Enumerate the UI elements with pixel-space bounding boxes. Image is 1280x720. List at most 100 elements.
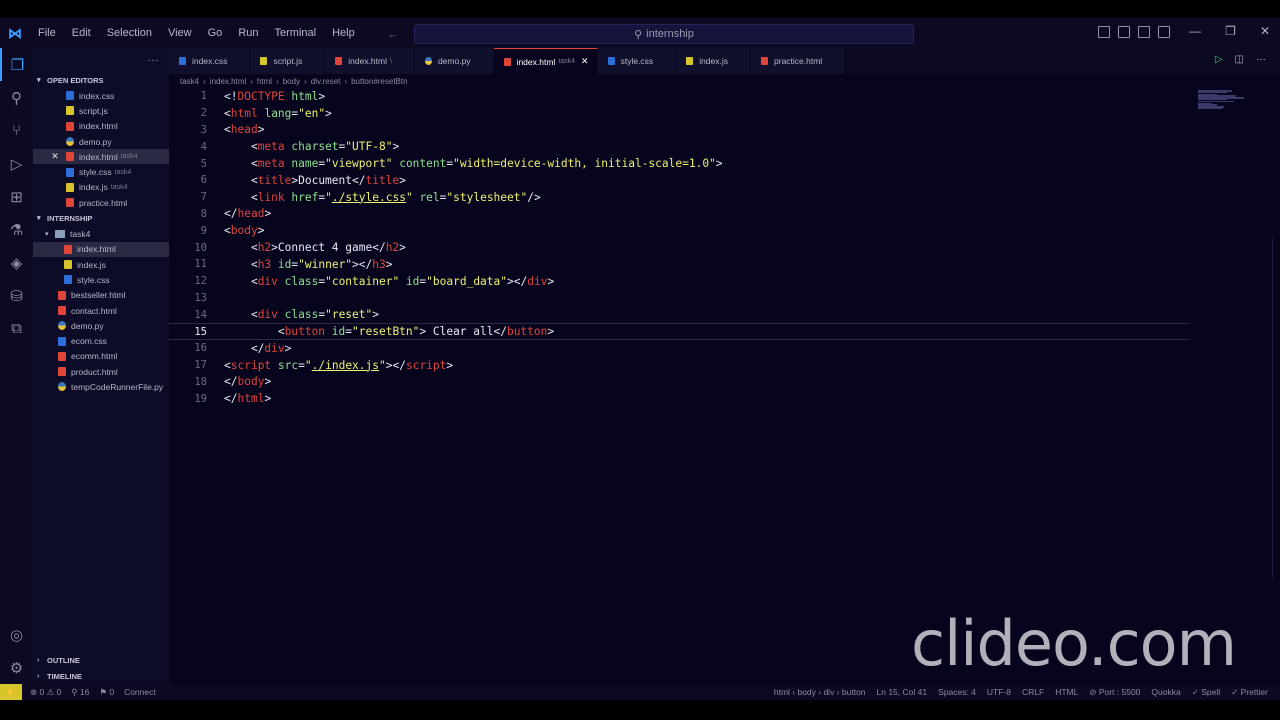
status-item[interactable]: ⊘ Port : 5500 [1089, 687, 1140, 698]
code-line[interactable]: 4 <meta charset="UTF-8"> [169, 138, 1189, 155]
open-editor-item[interactable]: practice.html [33, 195, 169, 210]
maximize-button[interactable]: ❐ [1225, 24, 1236, 38]
menu-terminal[interactable]: Terminal [267, 27, 325, 39]
code-line[interactable]: 8 </head> [169, 206, 1189, 223]
split-editor-icon[interactable]: ◫ [1235, 54, 1244, 65]
explorer-file-item[interactable]: bestseller.html [33, 288, 169, 303]
code-line[interactable]: 1 <!DOCTYPE html> [169, 88, 1189, 105]
menu-selection[interactable]: Selection [99, 27, 160, 39]
open-editor-item[interactable]: index.js task4 [33, 180, 169, 195]
explorer-file-item[interactable]: demo.py [33, 318, 169, 333]
explorer-file-item[interactable]: index.js [33, 257, 169, 272]
command-center-search[interactable]: ⚲ internship [414, 24, 914, 44]
remote-explorer-icon[interactable]: ⧉ [0, 312, 33, 345]
menu-view[interactable]: View [160, 27, 200, 39]
status-item[interactable]: ⚲ 16 [71, 687, 89, 698]
status-item[interactable]: CRLF [1022, 687, 1044, 698]
customize-layout-icon[interactable] [1158, 26, 1170, 38]
status-item[interactable]: Connect [124, 687, 156, 698]
explorer-file-item[interactable]: ecom.css [33, 333, 169, 348]
status-item[interactable]: ⚑ 0 [99, 687, 114, 698]
status-item[interactable]: Ln 15, Col 41 [877, 687, 928, 698]
toggle-panel-icon[interactable] [1118, 26, 1130, 38]
menu-edit[interactable]: Edit [64, 27, 99, 39]
toggle-primary-sidebar-icon[interactable] [1098, 26, 1110, 38]
toggle-secondary-sidebar-icon[interactable] [1138, 26, 1150, 38]
vertical-scrollbar[interactable] [1272, 238, 1280, 578]
code-line[interactable]: 18 </body> [169, 374, 1189, 391]
breadcrumb-segment[interactable]: div.reset [311, 77, 341, 86]
tab-index-js[interactable]: index.js [676, 48, 752, 74]
status-item[interactable]: HTML [1055, 687, 1078, 698]
status-item[interactable]: ⊗ 0 ⚠ 0 [30, 687, 61, 698]
tab-practice-html[interactable]: practice.html [751, 48, 846, 74]
back-arrow-icon[interactable]: ← [387, 26, 400, 41]
code-line[interactable]: 6 <title>Document</title> [169, 172, 1189, 189]
status-item[interactable]: ✓ Spell [1192, 687, 1220, 698]
run-debug-icon[interactable]: ▷ [0, 147, 33, 180]
explorer-file-item[interactable]: style.css [33, 272, 169, 287]
tab-style-css[interactable]: style.css [597, 48, 677, 74]
more-actions-icon[interactable]: ··· [1256, 54, 1266, 65]
remote-indicator-icon[interactable]: ⚡ [0, 684, 22, 700]
workspace-section[interactable]: ▾ INTERNSHIP [33, 210, 169, 226]
code-line[interactable]: 9 <body> [169, 222, 1189, 239]
extensions-icon[interactable]: ⊞ [0, 180, 33, 213]
code-line[interactable]: 13 [169, 290, 1189, 307]
tab-demo-py[interactable]: demo.py [414, 48, 494, 74]
docker-icon[interactable]: ◈ [0, 246, 33, 279]
open-editor-item[interactable]: index.html [33, 119, 169, 134]
code-line[interactable]: 3 <head> [169, 122, 1189, 139]
open-editor-item[interactable]: script.js [33, 103, 169, 118]
minimap[interactable] [1198, 90, 1246, 120]
breadcrumb-segment[interactable]: body [283, 77, 300, 86]
menu-go[interactable]: Go [200, 27, 231, 39]
status-item[interactable]: UTF-8 [987, 687, 1011, 698]
open-editor-item[interactable]: style.css task4 [33, 164, 169, 179]
code-line[interactable]: 12 <div class="container" id="board_data… [169, 273, 1189, 290]
explorer-file-item[interactable]: product.html [33, 364, 169, 379]
code-line[interactable]: 17 <script src="./index.js"></script> [169, 357, 1189, 374]
code-line[interactable]: 7 <link href="./style.css" rel="styleshe… [169, 189, 1189, 206]
tab-script-js[interactable]: script.js [250, 48, 326, 74]
tab-index-html[interactable]: index.html \ [325, 48, 415, 74]
close-window-button[interactable]: ✕ [1260, 24, 1270, 38]
explorer-file-item[interactable]: tempCodeRunnerFile.py [33, 379, 169, 394]
breadcrumb-segment[interactable]: index.html [210, 77, 246, 86]
folder-task4[interactable]: ▾ task4 [33, 226, 169, 241]
code-line[interactable]: 14 <div class="reset"> [169, 306, 1189, 323]
close-icon[interactable]: ✕ [49, 151, 61, 162]
explorer-icon[interactable]: ❐ [0, 48, 33, 81]
source-control-icon[interactable]: ⑂ [0, 114, 33, 147]
settings-gear-icon[interactable]: ⚙ [0, 651, 33, 684]
breadcrumb-segment[interactable]: task4 [180, 77, 199, 86]
menu-help[interactable]: Help [324, 27, 363, 39]
tab-index-css[interactable]: index.css [169, 48, 251, 74]
code-line[interactable]: 16 </div> [169, 340, 1189, 357]
database-icon[interactable]: ⛁ [0, 279, 33, 312]
menu-run[interactable]: Run [230, 27, 266, 39]
open-editor-item[interactable]: index.css [33, 88, 169, 103]
more-actions-icon[interactable]: ··· [148, 55, 160, 66]
code-line[interactable]: 11 <h3 id="winner"></h3> [169, 256, 1189, 273]
outline-section[interactable]: › OUTLINE [33, 652, 169, 668]
explorer-file-item[interactable]: index.html [33, 241, 169, 257]
timeline-section[interactable]: › TIMELINE [33, 668, 169, 684]
code-line[interactable]: 15 <button id="resetBtn"> Clear all</but… [169, 323, 1189, 340]
code-line[interactable]: 2 <html lang="en"> [169, 105, 1189, 122]
status-item[interactable]: ✓ Prettier [1231, 687, 1268, 698]
open-editors-section[interactable]: ▾ OPEN EDITORS [33, 72, 169, 88]
breadcrumb-segment[interactable]: button#resetBtn [351, 77, 407, 86]
open-editor-item[interactable]: ✕ index.html task4 [33, 149, 169, 165]
status-item[interactable]: Spaces: 4 [938, 687, 976, 698]
status-item[interactable]: Quokka [1151, 687, 1180, 698]
close-icon[interactable]: ✕ [581, 56, 589, 67]
menu-file[interactable]: File [30, 27, 64, 39]
explorer-file-item[interactable]: contact.html [33, 303, 169, 318]
open-editor-item[interactable]: demo.py [33, 134, 169, 149]
explorer-file-item[interactable]: ecomm.html [33, 349, 169, 364]
code-line[interactable]: 10 <h2>Connect 4 game</h2> [169, 239, 1189, 256]
code-line[interactable]: 19 </html> [169, 390, 1189, 407]
code-line[interactable]: 5 <meta name="viewport" content="width=d… [169, 155, 1189, 172]
breadcrumb-segment[interactable]: html [257, 77, 272, 86]
